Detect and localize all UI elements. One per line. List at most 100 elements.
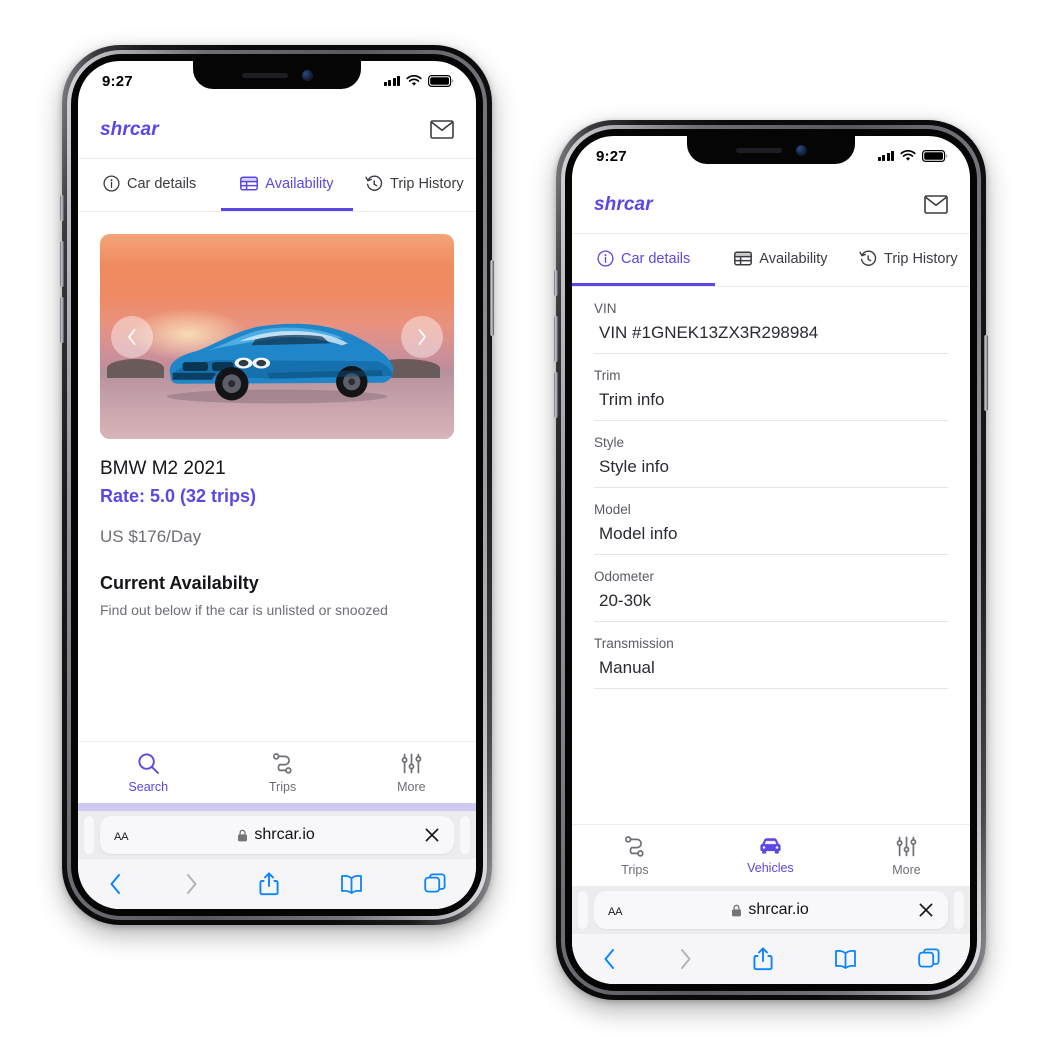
phone-right: 9:27 shrcar Car details Availability Tri…: [554, 120, 988, 1000]
nav-label: More: [397, 779, 426, 794]
volume-up-button[interactable]: [60, 241, 64, 287]
text-size-button[interactable]: AA: [114, 827, 129, 844]
availability-subtext: Find out below if the car is unlisted or…: [100, 602, 388, 618]
battery-icon: [922, 150, 948, 162]
back-chevron-icon[interactable]: [602, 948, 617, 970]
app-logo[interactable]: shrcar: [594, 194, 653, 216]
field-model[interactable]: Model Model info: [594, 488, 948, 555]
nav-item-more[interactable]: More: [397, 752, 426, 794]
tab-label: Availability: [265, 175, 334, 192]
volume-down-button[interactable]: [60, 297, 64, 343]
mute-switch[interactable]: [60, 195, 64, 221]
nav-label: More: [892, 862, 921, 877]
nav-item-trips[interactable]: Trips: [269, 752, 296, 794]
nav-item-trips[interactable]: Trips: [621, 835, 649, 877]
share-icon[interactable]: [259, 872, 280, 896]
safari-toolbar: [572, 934, 970, 984]
tab-car-details[interactable]: Car details: [572, 234, 716, 286]
safari-address-bar[interactable]: AA shrcar.io: [100, 816, 454, 854]
field-trim[interactable]: Trim Trim info: [594, 354, 948, 421]
safari-address-bar[interactable]: AA shrcar.io: [594, 891, 948, 929]
nav-item-search[interactable]: Search: [128, 752, 168, 794]
safari-tab-peek-left[interactable]: [578, 891, 588, 929]
history-clock-icon: [859, 250, 877, 266]
tab-trip-history[interactable]: Trip History: [847, 234, 970, 286]
field-transmission[interactable]: Transmission Manual: [594, 622, 948, 689]
share-icon[interactable]: [753, 947, 774, 971]
car-photo-carousel[interactable]: [100, 234, 454, 439]
url-text: shrcar.io: [254, 826, 315, 843]
carousel-next-button[interactable]: [401, 315, 444, 358]
aa-label: AA: [608, 905, 623, 918]
bottom-app-nav: Trips Vehicles More: [572, 824, 970, 886]
field-value: Trim info: [599, 390, 665, 409]
forward-chevron-icon[interactable]: [184, 873, 199, 895]
tab-car-details[interactable]: Car details: [78, 159, 221, 211]
battery-icon: [428, 75, 454, 87]
sliders-icon: [401, 753, 422, 773]
bookmarks-book-icon[interactable]: [340, 874, 363, 894]
car-price: US $176/Day: [100, 527, 202, 546]
safari-tab-peek-left[interactable]: [84, 816, 94, 854]
mute-switch[interactable]: [554, 270, 558, 296]
app-logo[interactable]: shrcar: [100, 119, 159, 141]
tab-availability[interactable]: Availability: [715, 234, 846, 286]
envelope-icon[interactable]: [430, 120, 454, 139]
car-icon: [760, 838, 781, 854]
aa-label: AA: [114, 830, 129, 843]
nav-item-more[interactable]: More: [892, 835, 921, 877]
field-odometer[interactable]: Odometer 20-30k: [594, 555, 948, 622]
table-icon: [240, 176, 259, 191]
power-button[interactable]: [490, 260, 494, 336]
car-details-form: VIN VIN #1GNEK13ZX3R298984 Trim Trim inf…: [572, 287, 970, 824]
car-rating: Rate: 5.0 (32 trips): [100, 486, 257, 506]
nav-label: Trips: [268, 779, 297, 794]
sliders-icon: [896, 836, 917, 856]
wifi-icon: [406, 75, 422, 86]
close-icon[interactable]: [918, 902, 934, 918]
cellular-bars-icon: [877, 151, 894, 161]
field-label: Transmission: [594, 636, 674, 651]
lock-icon: [732, 904, 742, 916]
nav-item-vehicles[interactable]: Vehicles: [747, 836, 794, 875]
bookmarks-book-icon[interactable]: [834, 949, 857, 969]
field-value: Style info: [599, 457, 669, 476]
forward-chevron-icon[interactable]: [678, 948, 693, 970]
safari-tab-peek-right[interactable]: [954, 891, 964, 929]
tabs-icon[interactable]: [917, 948, 940, 970]
field-value: 20-30k: [599, 591, 651, 610]
status-indicators: [877, 150, 949, 162]
carousel-prev-button[interactable]: [110, 315, 153, 358]
info-circle-icon: [103, 175, 120, 192]
status-time: 9:27: [596, 147, 627, 165]
availability-heading: Current Availabilty: [100, 573, 259, 593]
route-icon: [272, 752, 292, 774]
safari-tab-peek-right[interactable]: [460, 816, 470, 854]
text-size-button[interactable]: AA: [608, 902, 623, 919]
power-button[interactable]: [984, 335, 988, 411]
route-icon: [625, 835, 645, 857]
volume-up-button[interactable]: [554, 316, 558, 362]
volume-down-button[interactable]: [554, 372, 558, 418]
nav-label: Vehicles: [747, 861, 794, 875]
safari-toolbar: [78, 859, 476, 909]
tabs-icon[interactable]: [423, 873, 446, 895]
field-vin[interactable]: VIN VIN #1GNEK13ZX3R298984: [594, 287, 948, 354]
phone-screen-right: 9:27 shrcar Car details Availability Tri…: [572, 136, 970, 984]
field-label: Trim: [594, 368, 621, 383]
back-chevron-icon[interactable]: [108, 873, 123, 895]
phone-screen-left: 9:27 shrcar Car details Availability Tri…: [78, 61, 476, 909]
close-icon[interactable]: [424, 827, 440, 843]
field-value: Manual: [599, 658, 655, 677]
history-clock-icon: [365, 175, 383, 191]
screenshot-canvas: 9:27 shrcar Car details Availability Tri…: [0, 0, 1051, 1058]
field-label: Odometer: [594, 569, 655, 584]
lock-icon: [238, 829, 248, 841]
envelope-icon[interactable]: [924, 195, 948, 214]
tab-availability[interactable]: Availability: [221, 159, 353, 211]
nav-label: Trips: [621, 862, 649, 877]
tab-trip-history[interactable]: Trip History: [353, 159, 476, 211]
chevron-right-icon: [418, 328, 427, 345]
info-circle-icon: [597, 250, 614, 267]
field-style[interactable]: Style Style info: [594, 421, 948, 488]
